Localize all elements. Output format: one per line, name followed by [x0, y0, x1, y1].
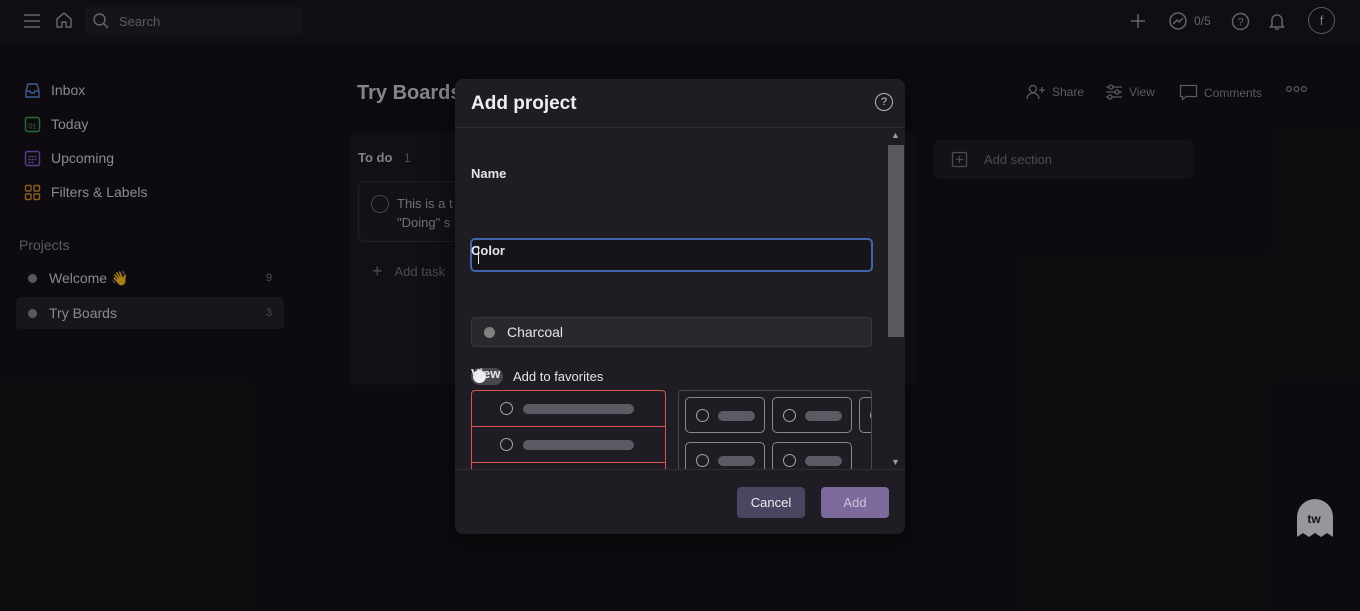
view-option-board[interactable]	[678, 390, 872, 469]
dialog-scrollbar[interactable]: ▲ ▼	[887, 128, 905, 469]
color-value: Charcoal	[507, 324, 564, 340]
cancel-button[interactable]: Cancel	[737, 487, 805, 518]
list-preview-row	[472, 391, 665, 427]
add-project-dialog: Add project ? Name Color Charcoal Add to…	[455, 79, 905, 534]
project-name-input[interactable]	[470, 238, 873, 272]
board-preview-card	[859, 397, 871, 433]
board-preview-card	[772, 442, 852, 469]
color-select[interactable]: Charcoal	[471, 317, 872, 347]
scroll-thumb[interactable]	[888, 145, 904, 337]
add-button[interactable]: Add	[821, 487, 889, 518]
scroll-down-icon[interactable]: ▼	[891, 457, 900, 467]
name-label: Name	[471, 166, 507, 181]
divider	[455, 469, 905, 470]
dialog-body: Name Color Charcoal Add to favorites Vie…	[455, 128, 887, 469]
board-preview-card	[772, 397, 852, 433]
color-label: Color	[471, 243, 505, 258]
view-option-list[interactable]	[471, 390, 666, 469]
board-preview-card	[685, 442, 765, 469]
view-label: View	[471, 366, 501, 381]
dialog-title: Add project	[471, 93, 577, 114]
board-preview-card	[685, 397, 765, 433]
help-icon[interactable]: ?	[875, 93, 893, 111]
scroll-up-icon[interactable]: ▲	[891, 130, 900, 140]
list-preview-row	[472, 427, 665, 463]
color-swatch	[484, 326, 495, 338]
favorites-label: Add to favorites	[513, 369, 604, 384]
